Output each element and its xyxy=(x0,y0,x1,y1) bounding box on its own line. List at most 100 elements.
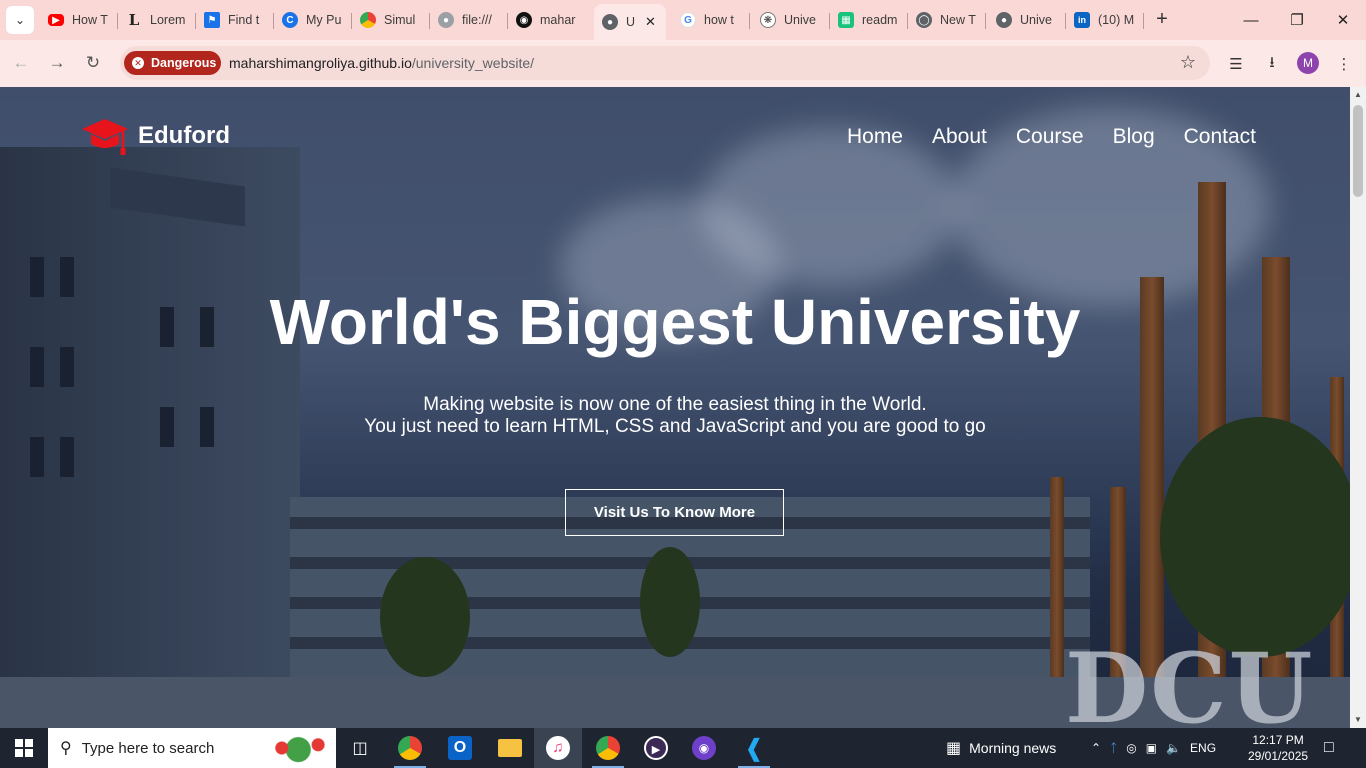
language-indicator[interactable]: ENG xyxy=(1190,741,1216,755)
youtube-icon: ▶ xyxy=(48,14,64,26)
news-widget[interactable]: ▦ Morning news xyxy=(946,728,1056,768)
nav-link-home[interactable]: Home xyxy=(847,125,903,149)
tab[interactable]: ▶ How T xyxy=(40,5,118,35)
news-label: Morning news xyxy=(969,740,1057,756)
tab-label: (10) M xyxy=(1098,13,1135,27)
volume-icon[interactable]: 🔈 xyxy=(1166,741,1181,755)
clock-time: 12:17 PM xyxy=(1252,733,1304,747)
camera-icon[interactable]: ▣ xyxy=(1146,741,1157,755)
tab[interactable]: ◉ mahar xyxy=(508,5,588,35)
linkedin-icon: in xyxy=(1074,12,1090,28)
hero-subtitle: Making website is now one of the easiest… xyxy=(0,394,1350,438)
download-icon[interactable]: ⭳ xyxy=(1260,52,1284,76)
chrome-icon xyxy=(360,12,376,28)
vscode-icon: ❰ xyxy=(743,734,765,762)
taskbar-media-player[interactable]: ▶ xyxy=(632,728,680,768)
taskbar-itunes[interactable]: ♫ xyxy=(534,728,582,768)
outlook-icon: O xyxy=(448,736,472,760)
url-domain: maharshimangroliya.github.io xyxy=(229,55,412,71)
new-tab-button[interactable]: + xyxy=(1150,7,1174,31)
menu-dots-icon[interactable]: ⋮ xyxy=(1332,52,1356,76)
scroll-up-arrow-icon[interactable]: ▲ xyxy=(1350,87,1366,103)
tab[interactable]: C My Pu xyxy=(274,5,352,35)
tab[interactable]: ❋ Unive xyxy=(752,5,830,35)
bluetooth-icon[interactable]: ᛏ xyxy=(1110,741,1117,755)
tab[interactable]: L Lorem xyxy=(118,5,196,35)
url-path: /university_website/ xyxy=(411,55,535,71)
c-logo-icon: C xyxy=(282,12,298,28)
tab-label: mahar xyxy=(540,13,576,27)
flag-icon: ⚑ xyxy=(204,12,220,28)
page-viewport: DCU Eduford Home About Course Blog Conta… xyxy=(0,87,1350,728)
tab[interactable]: Simul xyxy=(352,5,430,35)
tab-label: Unive xyxy=(1020,13,1052,27)
tab-search-button[interactable]: ⌄ xyxy=(6,6,34,34)
media-control-icon[interactable]: ☰ xyxy=(1224,52,1248,76)
taskbar-chrome[interactable] xyxy=(386,728,434,768)
folder-icon xyxy=(498,739,522,757)
tab[interactable]: G how t xyxy=(672,5,750,35)
tab[interactable]: in (10) M xyxy=(1066,5,1144,35)
page-scrollbar[interactable]: ▲ ▼ xyxy=(1350,87,1366,728)
address-bar[interactable]: ✕ Dangerous maharshimangroliya.github.io… xyxy=(120,46,1210,80)
tab-label: New T xyxy=(940,13,976,27)
github-icon: ◉ xyxy=(692,736,716,760)
graduation-cap-icon xyxy=(80,115,130,157)
taskbar-chrome-profile[interactable] xyxy=(584,728,632,768)
nav-link-contact[interactable]: Contact xyxy=(1184,125,1256,149)
nav-link-course[interactable]: Course xyxy=(1016,125,1084,149)
minimize-button[interactable]: — xyxy=(1228,0,1274,40)
tab-label: Find t xyxy=(228,13,260,27)
profile-avatar[interactable]: M xyxy=(1297,52,1319,74)
globe-icon: ● xyxy=(438,12,454,28)
tab[interactable]: ◯ New T xyxy=(908,5,986,35)
chrome-profile-icon xyxy=(596,736,620,760)
tab[interactable]: ▦ readm xyxy=(830,5,908,35)
taskbar-vscode[interactable]: ❰ xyxy=(730,728,778,768)
tab[interactable]: ● Unive xyxy=(988,5,1066,35)
back-button[interactable]: ← xyxy=(8,50,34,76)
hero-title: World's Biggest University xyxy=(269,286,1081,358)
tab-label: How T xyxy=(72,13,108,27)
search-placeholder: Type here to search xyxy=(81,739,215,757)
openai-icon: ❋ xyxy=(760,12,776,28)
hero-subtitle-line: You just need to learn HTML, CSS and Jav… xyxy=(364,416,986,437)
network-globe-icon[interactable]: ◎ xyxy=(1126,741,1136,755)
warning-icon: ✕ xyxy=(132,57,144,69)
nav-link-blog[interactable]: Blog xyxy=(1113,125,1155,149)
globe-icon: ● xyxy=(996,12,1012,28)
taskbar-github-desktop[interactable]: ◉ xyxy=(680,728,728,768)
tab-active[interactable]: ● U ✕ xyxy=(594,4,666,40)
snake-illustration-icon xyxy=(262,732,328,764)
scroll-thumb[interactable] xyxy=(1353,105,1363,197)
forward-button[interactable]: → xyxy=(44,50,70,76)
close-tab-icon[interactable]: ✕ xyxy=(645,14,656,30)
tab[interactable]: ● file:/// xyxy=(430,5,508,35)
start-button[interactable] xyxy=(0,728,48,768)
close-window-button[interactable]: ✕ xyxy=(1320,0,1366,40)
site-logo[interactable]: Eduford xyxy=(80,115,230,157)
chevron-down-icon: ⌄ xyxy=(14,13,26,27)
newspaper-icon: ▦ xyxy=(946,740,962,757)
nav-link-about[interactable]: About xyxy=(932,125,987,149)
task-view-button[interactable]: ◫ xyxy=(336,728,384,768)
tab[interactable]: ⚑ Find t xyxy=(196,5,274,35)
taskbar-search-box[interactable]: ⚲ Type here to search xyxy=(48,728,336,768)
bookmark-star-icon[interactable]: ☆ xyxy=(1180,52,1196,73)
hero-subtitle-line: Making website is now one of the easiest… xyxy=(423,394,927,415)
notifications-icon[interactable]: □ xyxy=(1324,728,1334,768)
logo-text: Eduford xyxy=(138,122,230,149)
taskbar-outlook[interactable]: O xyxy=(436,728,484,768)
chevron-up-icon[interactable]: ⌃ xyxy=(1091,741,1101,755)
visit-us-button[interactable]: Visit Us To Know More xyxy=(565,489,784,536)
reload-button[interactable]: ↻ xyxy=(80,50,106,76)
lorem-l-icon: L xyxy=(128,11,140,29)
dcu-sign: DCU xyxy=(1065,632,1315,728)
url-text[interactable]: maharshimangroliya.github.io/university_… xyxy=(229,55,534,71)
clock[interactable]: 12:17 PM 29/01/2025 xyxy=(1248,728,1308,768)
security-warning-chip[interactable]: ✕ Dangerous xyxy=(124,51,221,75)
restore-button[interactable]: ❐ xyxy=(1274,0,1320,40)
tab-strip: ⌄ ▶ How T L Lorem ⚑ Find t C My Pu Simul… xyxy=(0,0,1366,40)
taskbar-file-explorer[interactable] xyxy=(486,728,534,768)
scroll-down-arrow-icon[interactable]: ▼ xyxy=(1350,712,1366,728)
